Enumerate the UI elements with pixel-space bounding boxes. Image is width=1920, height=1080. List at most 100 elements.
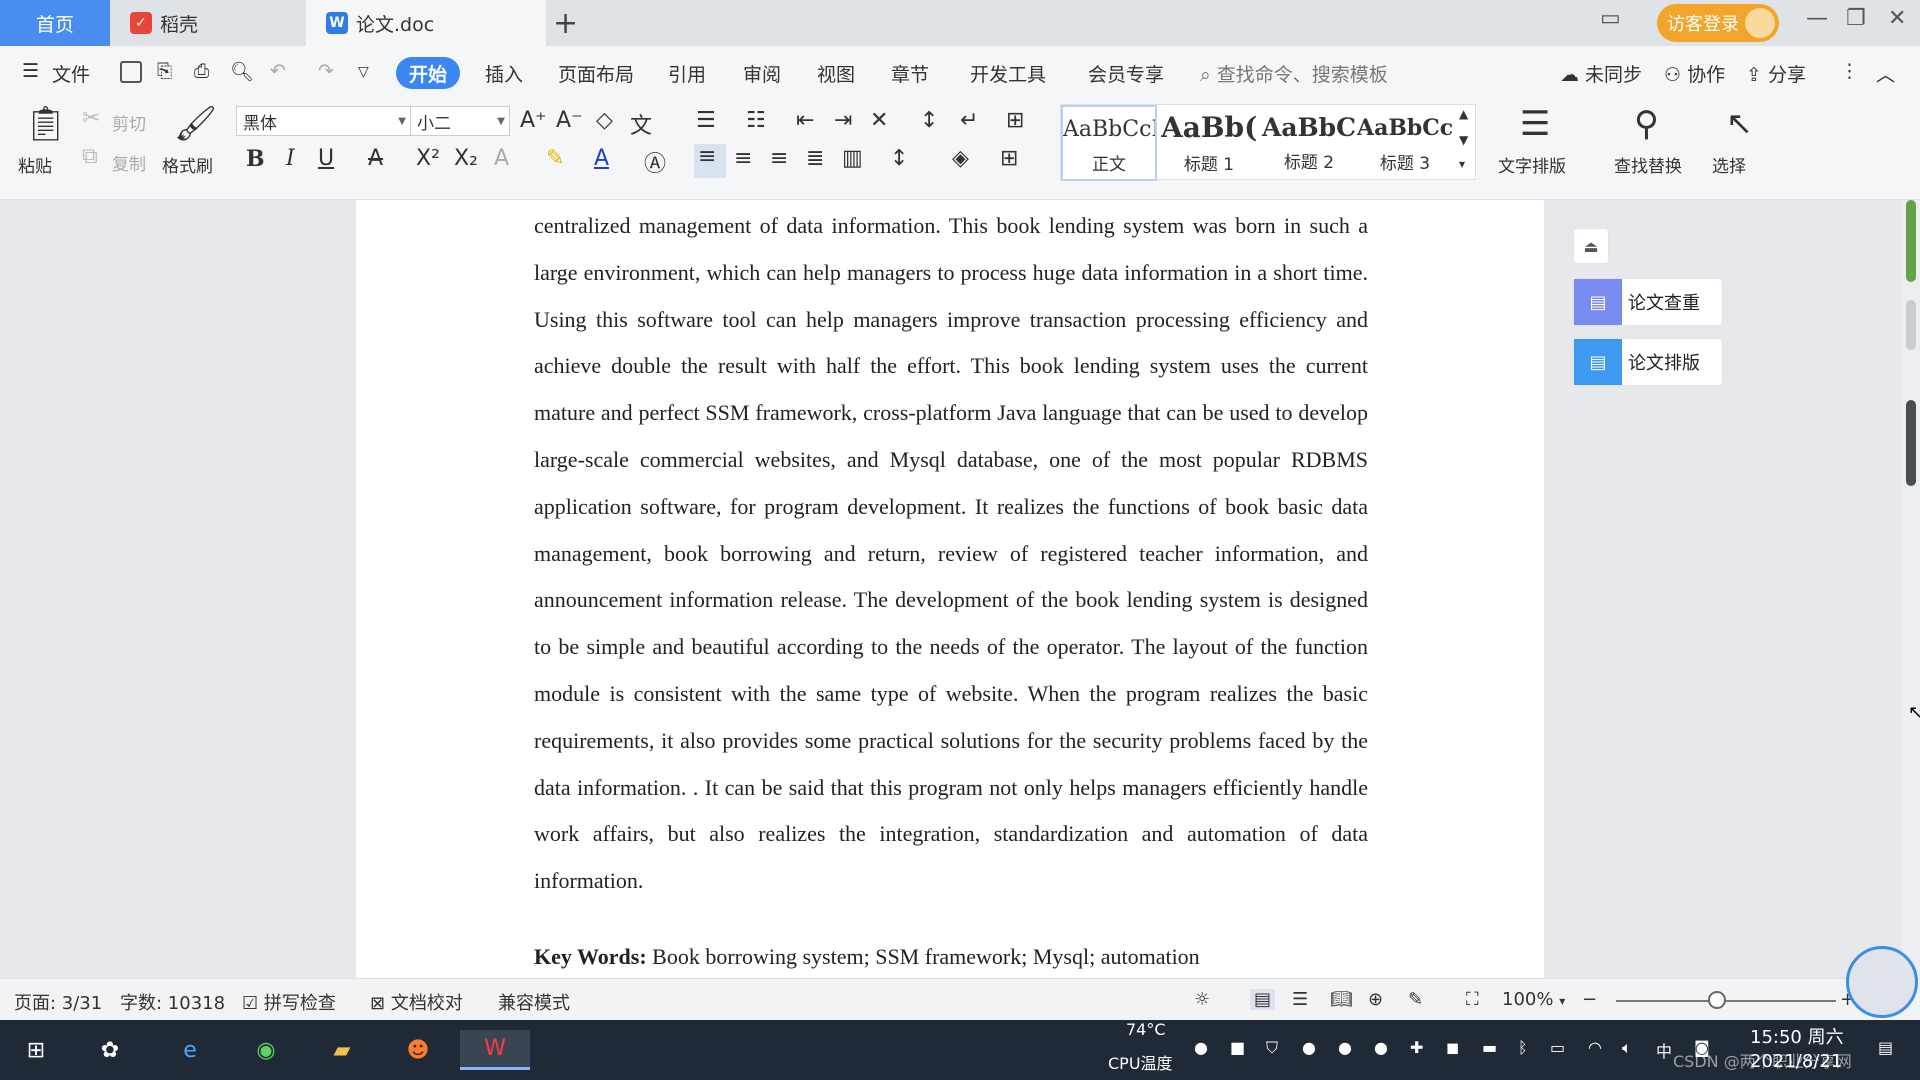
tab-member[interactable]: 会员专享 (1088, 60, 1164, 87)
print-preview-icon[interactable]: 🔍︎ (230, 60, 254, 83)
restore-icon[interactable]: ❐ (1846, 6, 1866, 31)
browser-360-icon[interactable]: ◉ (246, 1030, 286, 1070)
notification-icon[interactable]: ▤ (1878, 1038, 1893, 1057)
app-icon[interactable]: ✿ (90, 1030, 130, 1070)
paste-button[interactable]: 粘贴 (18, 152, 52, 177)
grow-font-icon[interactable]: A⁺ (520, 108, 547, 133)
collab-button[interactable]: ⚇ 协作 (1664, 60, 1725, 87)
italic-icon[interactable]: I (286, 146, 295, 171)
tab-document[interactable]: W 论文.doc (306, 0, 546, 46)
web-view-icon[interactable]: ⊕ (1368, 989, 1383, 1010)
plagiarism-check-button[interactable]: ▤ 论文查重 (1573, 278, 1723, 326)
tab-chapter[interactable]: 章节 (891, 60, 929, 87)
zoom-slider[interactable] (1616, 1000, 1836, 1002)
vertical-scrollbar[interactable] (1902, 200, 1920, 978)
superscript-icon[interactable]: X² (416, 146, 440, 171)
find-replace-icon[interactable]: ⚲ (1634, 104, 1659, 144)
text-layout-button[interactable]: 文字排版 (1498, 152, 1566, 177)
app-avatar-icon[interactable]: ☻ (398, 1030, 438, 1070)
file-menu[interactable]: 文件 (52, 60, 90, 87)
tab-developer[interactable]: 开发工具 (970, 60, 1046, 87)
export-icon[interactable]: ⎘ (157, 60, 172, 82)
wifi-icon[interactable]: ◠ (1588, 1038, 1602, 1057)
sort-icon[interactable]: ↕ (920, 108, 938, 133)
qq-icon[interactable]: ● (1302, 1038, 1316, 1057)
cut-icon[interactable]: ✂ (82, 106, 100, 131)
share-button[interactable]: ⇪ 分享 (1746, 60, 1806, 87)
scroll-thumb[interactable] (1906, 400, 1916, 486)
write-mode-icon[interactable]: ✎ (1408, 989, 1423, 1010)
tray-app-icon[interactable]: ✚ (1410, 1038, 1423, 1057)
word-count[interactable]: 字数: 10318 (120, 989, 225, 1015)
underline-icon[interactable]: U (318, 146, 334, 171)
bullet-list-icon[interactable]: ☰ (696, 108, 716, 133)
cut-button[interactable]: 剪切 (112, 110, 146, 135)
sync-button[interactable]: ☁ 未同步 (1560, 60, 1642, 87)
reading-view-icon[interactable]: 📖︎ (1330, 989, 1353, 1010)
line-spacing-icon[interactable]: ↕ (890, 146, 908, 171)
tab-daoke[interactable]: ✓ 稻壳 (110, 0, 302, 46)
qq-icon[interactable]: ● (1338, 1038, 1352, 1057)
tab-page-layout[interactable]: 页面布局 (558, 60, 634, 87)
increase-indent-icon[interactable]: ⇥ (834, 108, 852, 133)
tab-review[interactable]: 审阅 (743, 60, 781, 87)
abstract-paragraph[interactable]: centralized management of data informati… (534, 203, 1368, 905)
login-button[interactable]: 访客登录 (1657, 4, 1779, 42)
windows-start-icon[interactable]: ⊞ (16, 1030, 56, 1070)
fit-page-icon[interactable]: ⛶ (1466, 989, 1479, 1010)
page-indicator[interactable]: 页面: 3/31 (14, 989, 102, 1015)
zoom-level[interactable]: 100% ▾ (1502, 989, 1565, 1010)
save-icon[interactable] (120, 61, 142, 83)
highlight-icon[interactable]: ✎ (546, 146, 564, 171)
font-color-icon[interactable]: A (594, 146, 609, 171)
char-border-icon[interactable]: Ⓐ (644, 146, 666, 178)
eye-protection-icon[interactable]: ☼ (1194, 989, 1210, 1010)
numbered-list-icon[interactable]: ☷ (746, 108, 766, 133)
battery-icon[interactable]: ▭ (1550, 1038, 1565, 1057)
font-size-select[interactable]: 小二 ▼ (410, 106, 510, 136)
layout-toggle-icon[interactable]: ▭ (1600, 6, 1621, 31)
ime-indicator[interactable]: 中 (1656, 1038, 1672, 1062)
shading-icon[interactable]: ◈ (952, 146, 969, 171)
phonetic-icon[interactable]: 文 (630, 108, 652, 140)
style-scroll-up-icon[interactable]: ▲ (1459, 107, 1468, 121)
more-icon[interactable]: ⋮ (1840, 60, 1859, 82)
find-replace-button[interactable]: 查找替换 (1614, 152, 1682, 177)
wps-taskbar-icon[interactable]: W (460, 1030, 530, 1070)
text-layout-icon[interactable]: ☰ (1520, 104, 1550, 144)
redo-icon[interactable]: ↷ (318, 60, 334, 82)
page-view-icon[interactable]: ▤ (1250, 989, 1276, 1010)
volume-icon[interactable]: 🔈︎ (1622, 1038, 1632, 1058)
copy-button[interactable]: 复制 (112, 150, 146, 175)
align-center-icon[interactable]: ≡ (734, 146, 752, 171)
shrink-font-icon[interactable]: A⁻ (556, 108, 583, 133)
format-painter-icon[interactable]: 🖌︎ (174, 104, 217, 144)
collapse-ribbon-icon[interactable]: ︿ (1876, 60, 1895, 87)
style-normal[interactable]: AaBbCcI 正文 (1061, 105, 1157, 181)
bold-icon[interactable]: B (246, 146, 265, 172)
style-heading-2[interactable]: AaBbC 标题 2 (1261, 105, 1357, 181)
tab-insert[interactable]: 插入 (485, 60, 523, 87)
tray-app-icon[interactable]: ■ (1230, 1038, 1245, 1057)
bluetooth-icon[interactable]: ᛒ (1518, 1038, 1528, 1057)
text-effect-icon[interactable]: A (494, 146, 509, 171)
tab-start[interactable]: 开始 (396, 57, 460, 89)
zoom-slider-handle[interactable] (1708, 991, 1726, 1009)
strikethrough-icon[interactable]: A (368, 146, 383, 171)
undo-icon[interactable]: ↶ (270, 60, 286, 82)
document-page[interactable]: centralized management of data informati… (356, 200, 1544, 978)
decrease-indent-icon[interactable]: ⇤ (796, 108, 814, 133)
proofread-button[interactable]: ⊠ 文档校对 (370, 989, 463, 1015)
clear-format-icon[interactable]: ◇ (596, 108, 613, 133)
new-tab-button[interactable]: + (553, 6, 578, 41)
close-icon[interactable]: ✕ (1888, 6, 1906, 31)
chinese-layout-icon[interactable]: ✕ (870, 108, 888, 133)
qq-icon[interactable]: ● (1374, 1038, 1388, 1057)
style-heading-3[interactable]: AaBbCcl 标题 3 (1357, 105, 1453, 181)
align-left-icon[interactable]: ≡ (694, 144, 726, 178)
font-name-select[interactable]: 黑体 ▼ (236, 106, 411, 136)
distribute-icon[interactable]: ▥ (842, 146, 863, 171)
zoom-out-icon[interactable]: − (1582, 989, 1597, 1010)
minimize-icon[interactable]: — (1806, 6, 1828, 31)
tab-home[interactable]: 首页 (0, 0, 110, 46)
